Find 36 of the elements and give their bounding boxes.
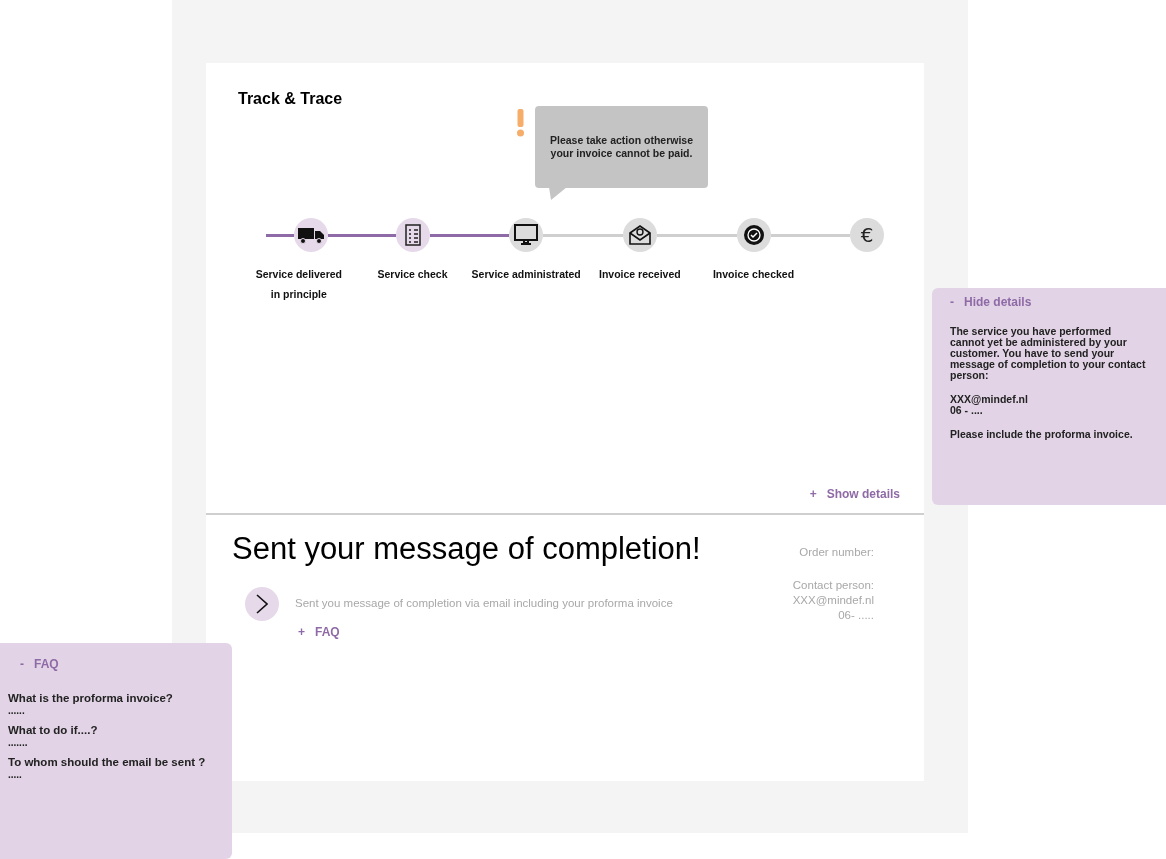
step-label: Invoice received (599, 267, 681, 282)
warning-icon (516, 109, 525, 137)
next-button[interactable] (245, 587, 279, 621)
faq-link[interactable]: + FAQ (298, 623, 742, 641)
faq-question: What is the proforma invoice? (8, 691, 174, 705)
contact-email: XXX@mindef.nl (792, 593, 874, 608)
step-label: Service check (377, 267, 448, 282)
checklist-icon (404, 224, 421, 246)
details-text: 06 - .... (950, 405, 983, 416)
details-text: The service you have performed cannot yet be administered by your customer. You have to send your message of completion to your contact person: (950, 326, 1147, 381)
contact-phone: 06- ..... (838, 608, 874, 623)
check-badge-icon (742, 224, 765, 246)
envelope-icon (628, 225, 651, 245)
faq-toggle[interactable]: - FAQ (20, 655, 232, 673)
details-text: Please include the proforma invoice. (950, 429, 1134, 440)
show-details-link[interactable]: + Show details (809, 485, 900, 503)
faq-question: What to do if....? (8, 723, 99, 737)
truck-icon (296, 226, 325, 244)
monitor-icon (514, 224, 539, 246)
hide-details-link[interactable]: - Hide details (950, 294, 1148, 310)
step-label: Invoice checked (712, 267, 795, 282)
step-label: Service delivered in principle (255, 267, 343, 302)
page-title: Track & Trace (238, 91, 344, 107)
contact-person-label: Contact person: (792, 578, 874, 593)
action-text: Sent you message of completion via email including your proforma invoice (295, 596, 673, 612)
faq-answer: ....... (8, 737, 29, 749)
euro-symbol: € (860, 225, 874, 245)
faq-answer: ..... (8, 769, 23, 781)
tooltip-text: Please take action otherwise your invoice cannot be paid. (549, 134, 694, 160)
step-label: Service administrated (471, 267, 581, 282)
faq-question: To whom should the email be sent ? (8, 755, 207, 769)
details-text: XXX@mindef.nl (950, 394, 1029, 405)
completion-heading: Sent your message of completion! (232, 530, 702, 568)
chevron-right-icon (256, 594, 268, 614)
order-number-label: Order number: (799, 545, 874, 560)
faq-answer: ...... (8, 705, 26, 717)
